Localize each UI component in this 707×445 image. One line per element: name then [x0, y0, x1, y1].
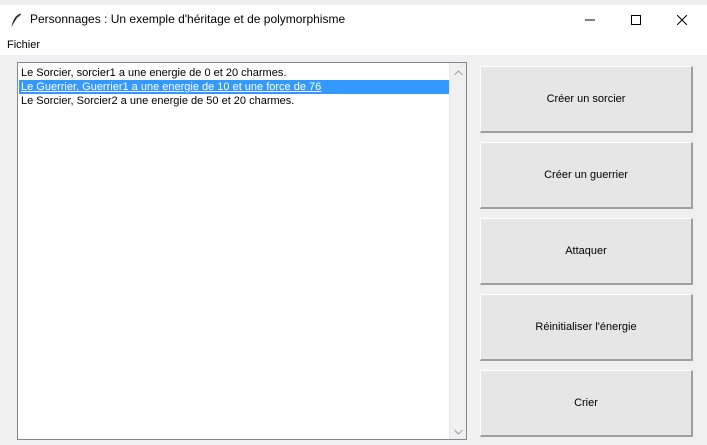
menu-bar: Fichier [0, 35, 707, 55]
create-guerrier-button[interactable]: Créer un guerrier [480, 142, 693, 209]
main-window: Personnages : Un exemple d'héritage et d… [0, 0, 707, 445]
characters-listbox[interactable]: Le Sorcier, sorcier1 a une energie de 0 … [17, 62, 467, 440]
feather-icon [10, 13, 22, 27]
shout-button[interactable]: Crier [480, 370, 693, 437]
maximize-button[interactable] [613, 5, 659, 35]
window-title: Personnages : Un exemple d'héritage et d… [30, 12, 346, 26]
close-button[interactable] [659, 5, 705, 35]
close-icon [677, 15, 687, 25]
chevron-down-icon [454, 422, 463, 440]
maximize-icon [631, 15, 641, 25]
list-item-selected[interactable]: Le Guerrier, Guerrier1 a une energie de … [19, 80, 451, 94]
list-item[interactable]: Le Sorcier, sorcier1 a une energie de 0 … [19, 66, 451, 80]
chevron-up-icon [454, 63, 463, 81]
attack-button[interactable]: Attaquer [480, 218, 693, 285]
minimize-button[interactable] [567, 5, 613, 35]
scroll-up-button[interactable] [450, 63, 467, 80]
reset-energy-button[interactable]: Réinitialiser l'énergie [480, 294, 693, 361]
create-sorcier-button[interactable]: Créer un sorcier [480, 66, 693, 133]
list-item[interactable]: Le Sorcier, Sorcier2 a une energie de 50… [19, 94, 451, 108]
menu-fichier[interactable]: Fichier [6, 39, 41, 51]
scroll-down-button[interactable] [450, 422, 467, 439]
list-items: Le Sorcier, sorcier1 a une energie de 0 … [19, 66, 451, 108]
vertical-scrollbar[interactable] [449, 63, 466, 439]
minimize-icon [585, 15, 595, 25]
title-bar[interactable]: Personnages : Un exemple d'héritage et d… [0, 5, 707, 35]
